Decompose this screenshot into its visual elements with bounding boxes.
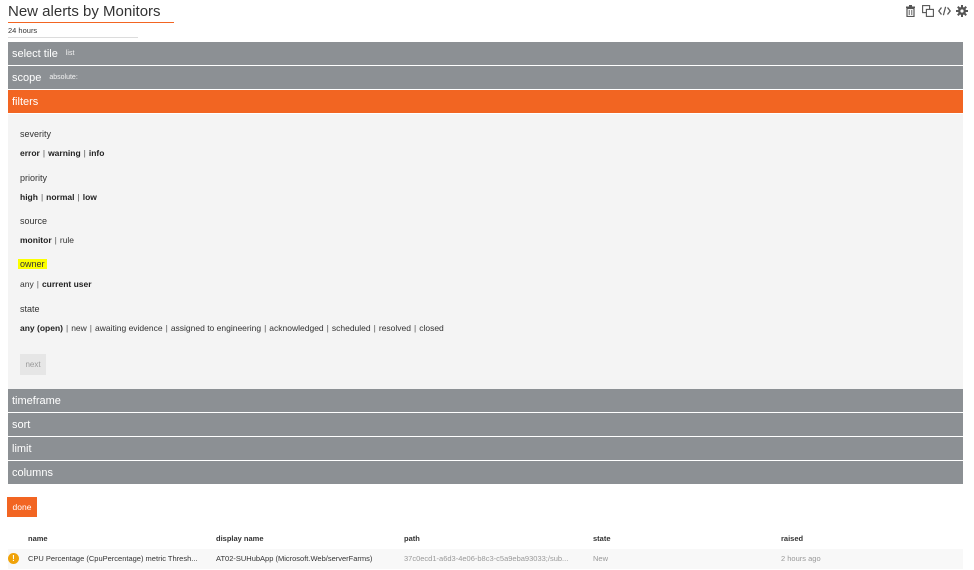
cell-path: 37c0ecd1-a6d3-4e06-b8c3-c5a9eba93033;/su… [404, 554, 569, 563]
alerts-table: name display name path state raised ! CP… [8, 530, 963, 569]
severity-option-warning[interactable]: warning [48, 148, 81, 158]
cell-state: New [593, 554, 609, 563]
section-label: columns [12, 466, 53, 479]
gear-icon [955, 4, 968, 17]
section-label: limit [12, 442, 32, 455]
title-underline [8, 22, 174, 23]
next-button[interactable]: next [20, 354, 46, 375]
source-options: monitor | rule [20, 235, 75, 245]
settings-button[interactable] [955, 4, 968, 17]
severity-option-info[interactable]: info [89, 148, 105, 158]
priority-options: high | normal | low [20, 192, 97, 202]
state-option-awaiting-evidence[interactable]: awaiting evidence [95, 323, 163, 333]
severity-label: severity [20, 129, 52, 139]
code-button[interactable] [938, 4, 951, 17]
title-block: New alerts by Monitors 24 hours [8, 3, 174, 38]
page-subtitle[interactable]: 24 hours [8, 26, 174, 36]
state-option-any-open[interactable]: any (open) [20, 323, 63, 333]
section-limit[interactable]: limit [8, 437, 963, 461]
state-option-assigned-to-engineering[interactable]: assigned to engineering [171, 323, 261, 333]
state-option-closed[interactable]: closed [419, 323, 444, 333]
section-value: list [65, 50, 75, 57]
table-header: name display name path state raised [8, 530, 963, 546]
cell-name: CPU Percentage (CpuPercentage) metric Th… [28, 554, 198, 563]
page-title[interactable]: New alerts by Monitors [8, 3, 174, 21]
source-option-monitor[interactable]: monitor [20, 235, 52, 245]
column-header-raised[interactable]: raised [781, 534, 803, 543]
section-timeframe[interactable]: timeframe [8, 389, 963, 413]
copy-button[interactable] [921, 4, 934, 17]
owner-option-any[interactable]: any [20, 279, 34, 289]
section-label: sort [12, 418, 31, 431]
severity-options: error | warning | info [20, 148, 105, 158]
table-row[interactable]: ! CPU Percentage (CpuPercentage) metric … [8, 549, 963, 569]
severity-option-error[interactable]: error [20, 148, 40, 158]
code-icon [938, 6, 951, 15]
owner-label: owner [18, 259, 47, 269]
column-header-name[interactable]: name [28, 534, 48, 543]
state-option-new[interactable]: new [71, 323, 87, 333]
trash-icon [906, 4, 915, 17]
priority-option-normal[interactable]: normal [46, 192, 74, 202]
cell-display-name: AT02-SUHubApp (Microsoft.Web/serverFarms… [216, 554, 373, 563]
section-value: absolute: [49, 74, 78, 81]
filters-body: severity error | warning | info priority hig… [8, 114, 963, 389]
tile-toolbar [904, 4, 968, 17]
owner-option-current-user[interactable]: current user [42, 279, 92, 289]
state-options: any (open) | new | awaiting evidence | assigne… [20, 323, 444, 333]
section-scope[interactable]: scope absolute: [8, 66, 963, 90]
section-label: scope [12, 71, 42, 84]
owner-options: any | current user [20, 279, 92, 289]
section-sort[interactable]: sort [8, 413, 963, 437]
delete-button[interactable] [904, 4, 917, 17]
state-option-scheduled[interactable]: scheduled [332, 323, 371, 333]
state-option-acknowledged[interactable]: acknowledged [269, 323, 323, 333]
column-header-state[interactable]: state [593, 534, 611, 543]
priority-label: priority [20, 173, 48, 183]
state-option-resolved[interactable]: resolved [379, 323, 411, 333]
section-select-tile[interactable]: select tile list [8, 42, 963, 66]
priority-option-low[interactable]: low [83, 192, 97, 202]
column-header-display-name[interactable]: display name [216, 534, 264, 543]
section-label: timeframe [12, 394, 61, 407]
copy-icon [921, 4, 934, 17]
section-label: filters [12, 95, 39, 108]
section-filters[interactable]: filters [8, 90, 963, 114]
state-label: state [20, 304, 40, 314]
warning-icon: ! [8, 553, 19, 564]
subtitle-underline [8, 37, 138, 38]
done-button[interactable]: done [7, 497, 37, 517]
section-label: select tile [12, 47, 58, 60]
source-option-rule[interactable]: rule [60, 235, 74, 245]
tile-header: New alerts by Monitors 24 hours [8, 3, 968, 39]
source-label: source [20, 216, 48, 226]
tile-config-panel: select tile list scope absolute: filters… [8, 42, 963, 485]
priority-option-high[interactable]: high [20, 192, 38, 202]
column-header-path[interactable]: path [404, 534, 420, 543]
section-columns[interactable]: columns [8, 461, 963, 485]
cell-raised: 2 hours ago [781, 554, 821, 563]
